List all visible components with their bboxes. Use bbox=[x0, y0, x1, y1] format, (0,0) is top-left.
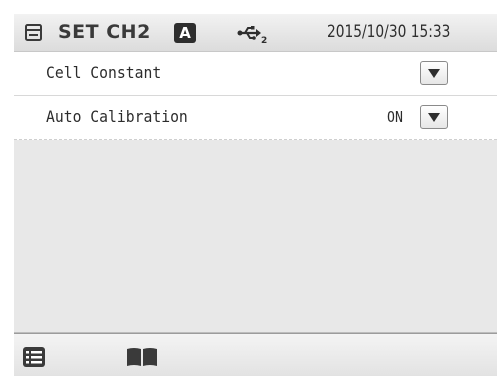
auto-calibration-dropdown-button[interactable] bbox=[420, 105, 448, 129]
setting-row-auto-calibration[interactable]: Auto Calibration ON bbox=[14, 96, 497, 140]
setting-sheet-icon bbox=[25, 24, 42, 41]
chevron-down-icon bbox=[428, 69, 440, 78]
usb-icon: 2 bbox=[237, 26, 267, 44]
book-icon[interactable] bbox=[125, 347, 159, 367]
page-title: SET CH2 bbox=[58, 21, 151, 43]
footer-toolbar bbox=[14, 333, 497, 376]
screen: SET CH2 A 2 2015/10/30 15:33 Cell Consta… bbox=[0, 0, 497, 376]
setting-row-cell-constant[interactable]: Cell Constant bbox=[14, 52, 497, 96]
empty-content-area bbox=[14, 140, 497, 333]
setting-label: Cell Constant bbox=[46, 63, 162, 82]
cell-constant-dropdown-button[interactable] bbox=[420, 61, 448, 85]
status-header: SET CH2 A 2 2015/10/30 15:33 bbox=[14, 14, 497, 52]
setting-value: ON bbox=[387, 108, 403, 126]
setting-label: Auto Calibration bbox=[46, 107, 188, 126]
list-icon[interactable] bbox=[22, 346, 46, 368]
datetime-readout: 2015/10/30 15:33 bbox=[327, 22, 451, 42]
chevron-down-icon bbox=[428, 113, 440, 122]
usb-port-number: 2 bbox=[261, 36, 267, 44]
mode-badge: A bbox=[174, 23, 196, 43]
